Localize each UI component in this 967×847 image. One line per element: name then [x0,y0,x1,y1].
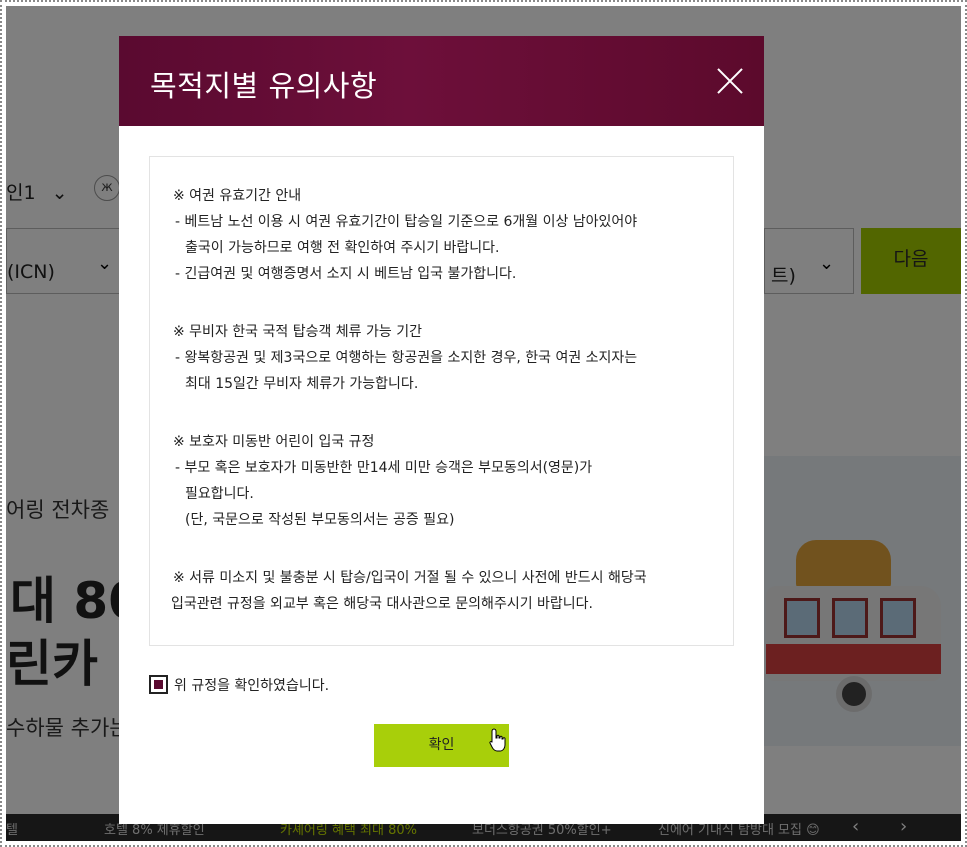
section-line: - 긴급여권 및 여행증명서 소지 시 베트남 입국 불가합니다. [175,266,517,282]
footer-note-line2: 입국관련 규정을 외교부 혹은 해당국 대사관으로 문의해주시기 바랍니다. [171,596,593,612]
close-icon[interactable] [715,66,745,96]
notice-box: ※ 여권 유효기간 안내 - 베트남 노선 이용 시 여권 유효기간이 탑승일 … [149,156,734,646]
section-heading: ※ 무비자 한국 국적 탑승객 체류 가능 기간 [173,324,422,340]
pointer-cursor-icon [489,728,506,752]
section-gap [173,287,718,319]
section-heading: ※ 보호자 미동반 어린이 입국 규정 [173,434,375,450]
section-heading: ※ 여권 유효기간 안내 [173,188,302,204]
section-line: (단, 국문으로 작성된 부모동의서는 공증 필요) [185,512,455,528]
section-line: 최대 15일간 무비자 체류가 가능합니다. [185,376,419,392]
section-line: 출국이 가능하므로 여행 전 확인하여 주시기 바랍니다. [185,240,500,256]
agree-label[interactable]: 위 규정을 확인하였습니다. [174,675,329,695]
modal-header: 목적지별 유의사항 [119,36,764,126]
section-line: - 베트남 노선 이용 시 여권 유효기간이 탑승일 기준으로 6개월 이상 남… [175,214,638,230]
notice-content: ※ 여권 유효기간 안내 - 베트남 노선 이용 시 여권 유효기간이 탑승일 … [171,183,718,617]
section-line: 필요합니다. [185,486,254,502]
section-line: - 부모 혹은 보호자가 미동반한 만14세 미만 승객은 부모동의서(영문)가 [175,460,593,476]
footer-note-line1: ※ 서류 미소지 및 불충분 시 탑승/입국이 거절 될 수 있으니 사전에 반… [173,570,647,586]
section-gap [173,397,718,429]
agree-checkbox[interactable] [149,675,168,694]
modal-title: 목적지별 유의사항 [150,69,378,103]
destination-notice-modal: 목적지별 유의사항 ※ 여권 유효기간 안내 - 베트남 노선 이용 시 여권 … [119,36,764,824]
section-line: - 왕복항공권 및 제3국으로 여행하는 항공권을 소지한 경우, 한국 여권 … [175,350,638,366]
section-gap [173,533,718,565]
